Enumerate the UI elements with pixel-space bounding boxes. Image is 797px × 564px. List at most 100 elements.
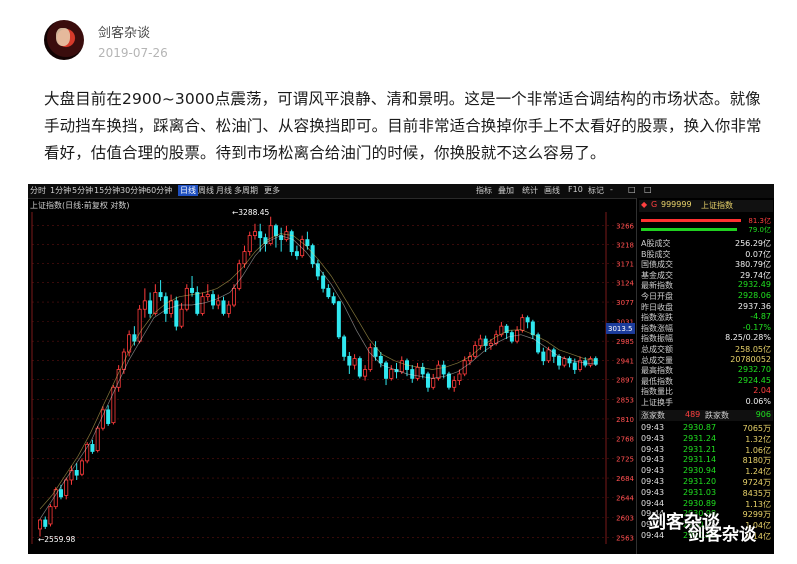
toolbar-button-8[interactable]: □ bbox=[644, 185, 652, 194]
row-value: 256.29亿 bbox=[735, 239, 771, 248]
avatar[interactable] bbox=[44, 20, 84, 60]
candle-body bbox=[237, 263, 242, 289]
candle-body bbox=[190, 287, 195, 293]
y-tick-label: 3171 bbox=[616, 260, 634, 268]
tick-row: 09:43 2931.14 8180万 bbox=[641, 455, 771, 466]
quote-row: 最高指数 2932.70 bbox=[639, 365, 773, 376]
candle-body bbox=[137, 308, 142, 342]
candle-body bbox=[525, 317, 530, 323]
row-value: 29.74亿 bbox=[740, 270, 771, 280]
y-tick-label: 3077 bbox=[616, 299, 634, 307]
candle-body bbox=[326, 287, 331, 298]
quote-row: 指数涨幅 -0.17% bbox=[639, 323, 773, 334]
candle-body bbox=[572, 362, 577, 370]
row-value: 0.07亿 bbox=[745, 249, 771, 259]
candle-body bbox=[79, 460, 84, 475]
row-label: 国债成交 bbox=[641, 260, 673, 270]
candlestick-chart: 3266321831713124307730312985294128972853… bbox=[31, 208, 635, 544]
low-label: ←2559.98 bbox=[38, 535, 76, 544]
candle-body bbox=[153, 292, 158, 314]
y-tick-label: 2563 bbox=[616, 534, 634, 542]
candle-body bbox=[142, 300, 147, 310]
author-name[interactable]: 剑客杂谈 bbox=[98, 22, 150, 41]
candle-body bbox=[64, 479, 69, 496]
candle-body bbox=[247, 235, 252, 253]
row-value: 8.25/0.28% bbox=[725, 333, 771, 343]
y-tick-label: 2684 bbox=[616, 475, 634, 483]
candle-body bbox=[441, 364, 446, 375]
quote-row: 基金成交 29.74亿 bbox=[639, 270, 773, 281]
candle-body bbox=[331, 296, 336, 304]
candle-body bbox=[179, 308, 184, 327]
candle-body bbox=[389, 369, 394, 379]
y-tick-label: 2853 bbox=[616, 396, 634, 404]
candle-body bbox=[200, 296, 205, 314]
candle-body bbox=[593, 358, 598, 365]
buy-sell-ratio: 81.3亿 79.0亿 bbox=[639, 216, 773, 236]
candle-body bbox=[258, 231, 263, 239]
row-value: 2932.49 bbox=[737, 280, 771, 290]
candle-body bbox=[226, 304, 231, 314]
candle-body bbox=[399, 360, 404, 373]
quote-row: 总成交额 258.05亿 bbox=[639, 344, 773, 355]
row-label: A股成交 bbox=[641, 239, 671, 248]
quote-row: 最新指数 2932.49 bbox=[639, 280, 773, 291]
index-code: 999999 bbox=[661, 200, 692, 209]
row-label: 昨日收盘 bbox=[641, 302, 673, 312]
y-tick-label: 2985 bbox=[616, 338, 634, 346]
candle-body bbox=[174, 300, 179, 327]
candle-body bbox=[284, 231, 289, 241]
row-value: -0.17% bbox=[742, 322, 771, 332]
row-value: 2937.36 bbox=[737, 301, 771, 311]
candle-body bbox=[95, 427, 100, 451]
watermark-text-2: 剑客杂谈 bbox=[688, 525, 756, 545]
y-tick-label: 3124 bbox=[616, 280, 634, 288]
candle-body bbox=[163, 296, 168, 314]
candle-body bbox=[242, 251, 247, 265]
candle-body bbox=[488, 342, 493, 346]
row-label: 最新指数 bbox=[641, 281, 673, 291]
candle-body bbox=[520, 317, 525, 331]
candle-body bbox=[158, 292, 163, 298]
candle-body bbox=[273, 225, 278, 237]
candle-body bbox=[509, 332, 514, 342]
tick-row: 09:43 2931.24 1.32亿 bbox=[641, 433, 771, 444]
candle-body bbox=[74, 469, 79, 476]
quote-row: 指数涨跌 -4.87 bbox=[639, 312, 773, 323]
candle-body bbox=[425, 373, 430, 388]
quote-row: 今日开盘 2928.06 bbox=[639, 291, 773, 302]
high-label: ←3288.45 bbox=[232, 208, 270, 217]
candle-body bbox=[221, 300, 226, 314]
candle-body bbox=[415, 366, 420, 379]
quote-row: 最低指数 2924.45 bbox=[639, 376, 773, 387]
row-value: 258.05亿 bbox=[735, 345, 771, 354]
row-label: 总成交额 bbox=[641, 345, 673, 354]
candle-body bbox=[357, 358, 362, 377]
row-label: 最高指数 bbox=[641, 366, 673, 376]
candle-body bbox=[452, 380, 457, 388]
quote-row: 指数量比 2.04 bbox=[639, 386, 773, 397]
candle-body bbox=[231, 287, 236, 306]
candle-body bbox=[106, 409, 111, 424]
tick-row: 09:43 2931.20 9724万 bbox=[641, 477, 771, 487]
advance-decline-row: 涨家数 489 跌家数 906 bbox=[639, 410, 773, 421]
row-label: 指数涨幅 bbox=[641, 323, 673, 333]
row-label: 基金成交 bbox=[641, 270, 673, 280]
candle-body bbox=[378, 355, 383, 364]
candle-body bbox=[321, 275, 326, 289]
candle-body bbox=[436, 364, 441, 379]
candle-body bbox=[252, 231, 257, 237]
quote-row: B股成交 0.07亿 bbox=[639, 249, 773, 260]
candle-body bbox=[373, 347, 378, 357]
candle-body bbox=[121, 351, 126, 370]
candle-body bbox=[37, 519, 42, 530]
candle-body bbox=[567, 358, 572, 364]
candle-body bbox=[384, 362, 389, 379]
candle-body bbox=[446, 373, 451, 388]
candle-body bbox=[363, 369, 368, 377]
candle-body bbox=[347, 355, 352, 366]
candle-body bbox=[342, 336, 347, 357]
row-label: 指数振幅 bbox=[641, 334, 673, 344]
row-value: 2928.06 bbox=[737, 291, 771, 300]
y-tick-label: 2644 bbox=[616, 494, 634, 502]
